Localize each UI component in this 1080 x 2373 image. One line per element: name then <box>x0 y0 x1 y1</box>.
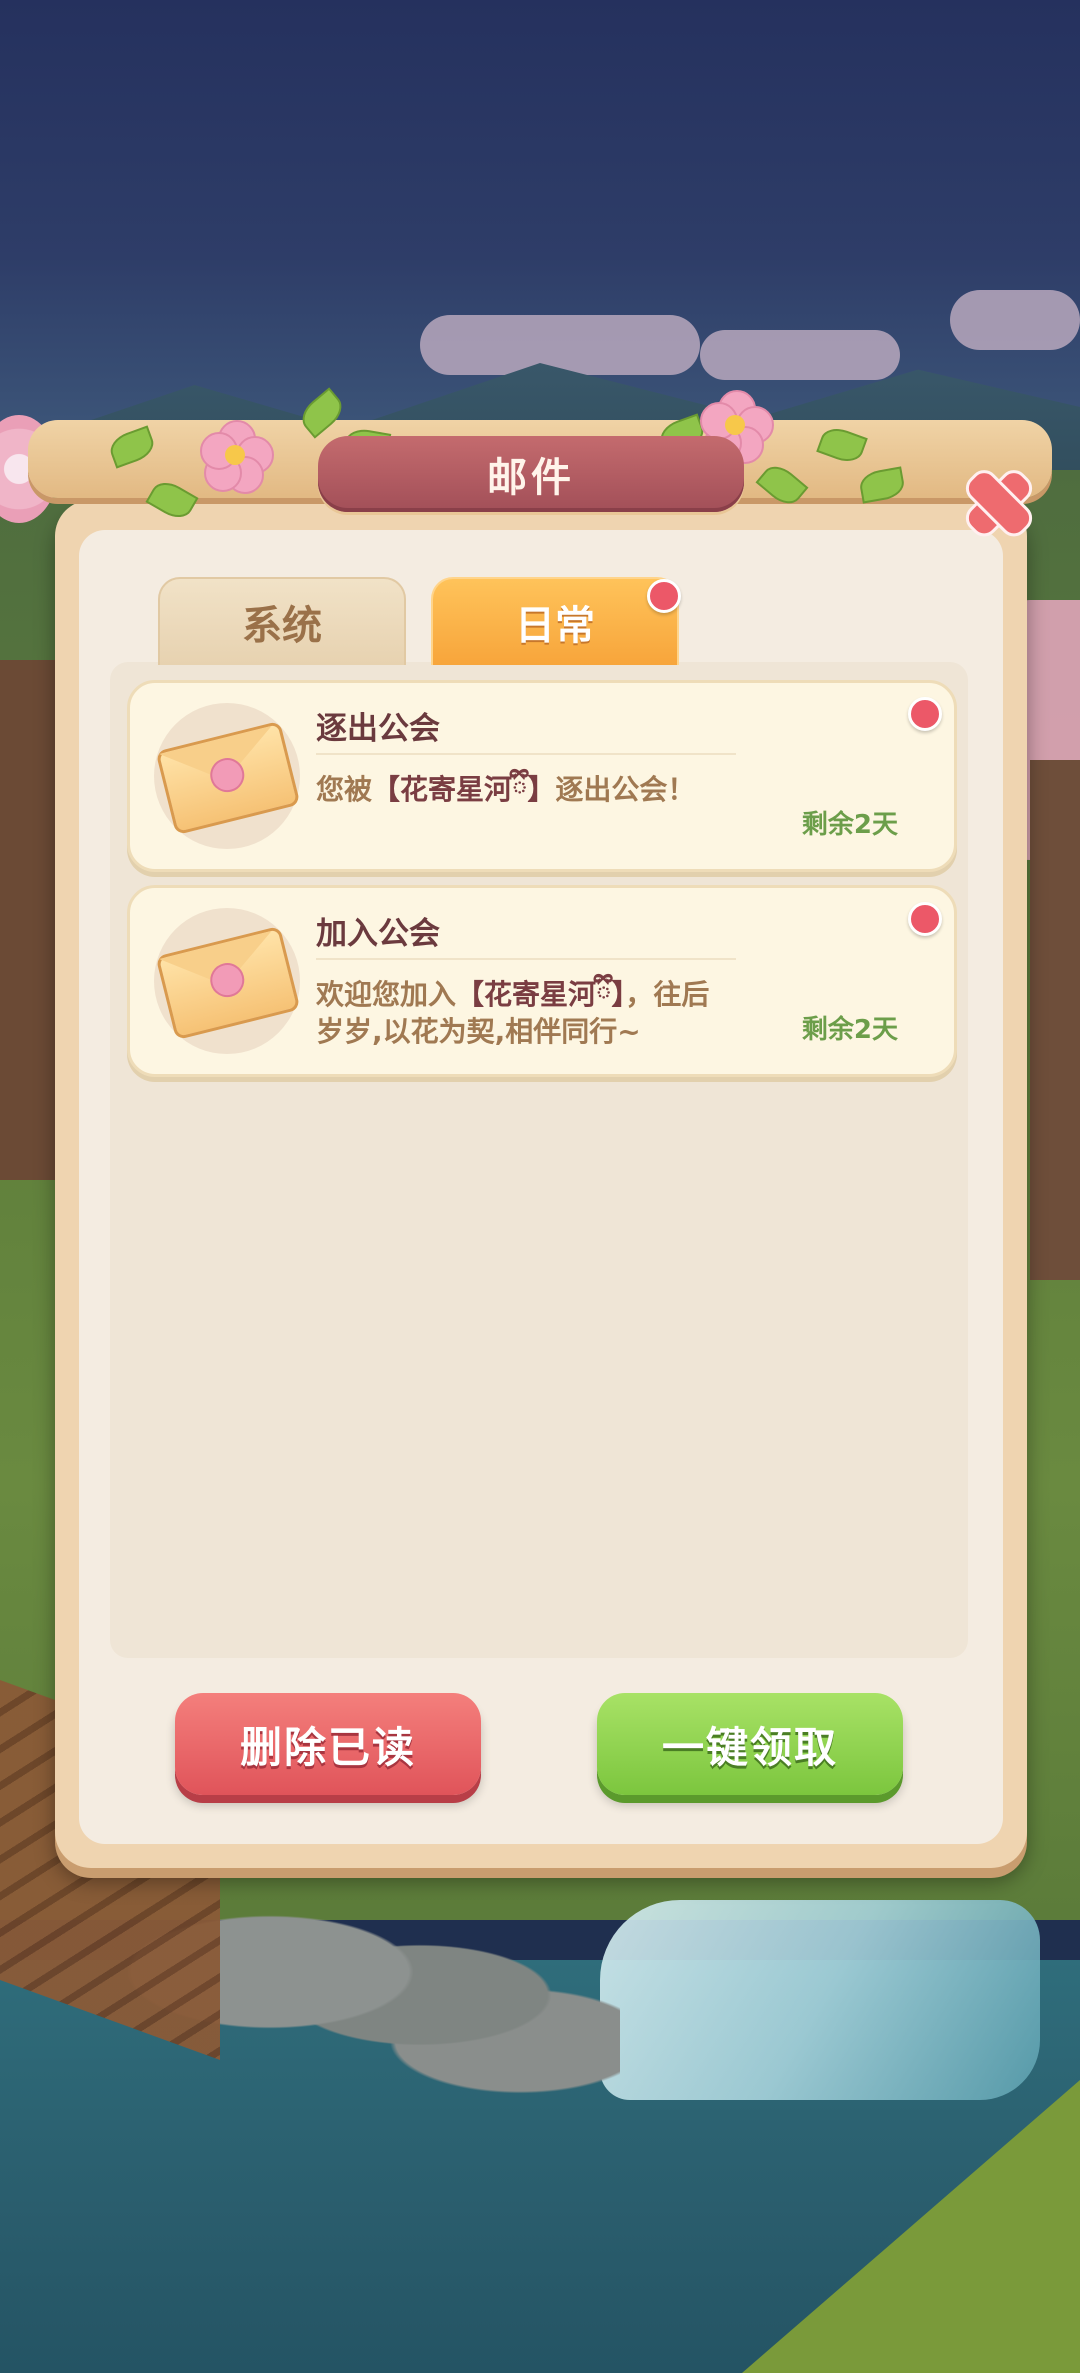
claim-all-button[interactable]: 一键领取 <box>597 1693 903 1795</box>
envelope-icon <box>155 720 301 836</box>
mail-icon-circle <box>154 908 301 1054</box>
flower-icon <box>200 420 274 494</box>
mail-expiry: 剩余2天 <box>801 1015 898 1045</box>
mail-item[interactable]: 加入公会 欢迎您加入【花寄星河ྀི】，往后岁岁,以花为契,相伴同行~ 剩余2天 <box>127 885 957 1077</box>
divider <box>316 753 736 755</box>
mail-body: 欢迎您加入【花寄星河ྀི】，往后岁岁,以花为契,相伴同行~ <box>316 976 736 1050</box>
delete-read-button[interactable]: 删除已读 <box>175 1693 481 1795</box>
mail-body-suffix: 逐出公会！ <box>555 773 696 806</box>
mail-body-prefix: 欢迎您加入 <box>316 978 457 1011</box>
house-right <box>1030 760 1080 1280</box>
mail-body: 您被【花寄星河ྀི】逐出公会！ <box>316 771 736 808</box>
mail-title: 加入公会 <box>316 916 440 952</box>
cloud <box>700 330 900 380</box>
cloud <box>950 290 1080 350</box>
mail-body-prefix: 您被 <box>316 773 373 806</box>
tab-system-label: 系统 <box>242 603 322 649</box>
divider <box>316 958 736 960</box>
tab-daily-unread-dot-icon <box>647 579 681 613</box>
close-button[interactable] <box>960 460 1038 543</box>
panel-title: 邮件 <box>487 455 575 501</box>
envelope-icon <box>155 925 301 1041</box>
cloud <box>420 315 700 375</box>
mail-item[interactable]: 逐出公会 您被【花寄星河ྀི】逐出公会！ 剩余2天 <box>127 680 957 872</box>
tab-daily-label: 日常 <box>515 603 595 649</box>
mail-title: 逐出公会 <box>316 711 440 747</box>
guild-name: 【花寄星河ྀི】 <box>372 773 556 806</box>
mail-expiry: 剩余2天 <box>801 810 898 840</box>
claim-all-label: 一键领取 <box>661 1722 838 1772</box>
tab-daily[interactable]: 日常 <box>431 577 679 665</box>
panel-title-plate: 邮件 <box>318 436 744 512</box>
close-icon <box>944 444 1054 554</box>
waterfall <box>600 1900 1040 2100</box>
unread-dot-icon <box>908 697 942 731</box>
tab-system[interactable]: 系统 <box>158 577 406 665</box>
delete-read-label: 删除已读 <box>239 1722 416 1772</box>
house-left <box>0 660 60 1180</box>
mail-icon-circle <box>154 703 301 849</box>
guild-name: 【花寄星河ྀི】 <box>456 978 626 1011</box>
unread-dot-icon <box>908 902 942 936</box>
